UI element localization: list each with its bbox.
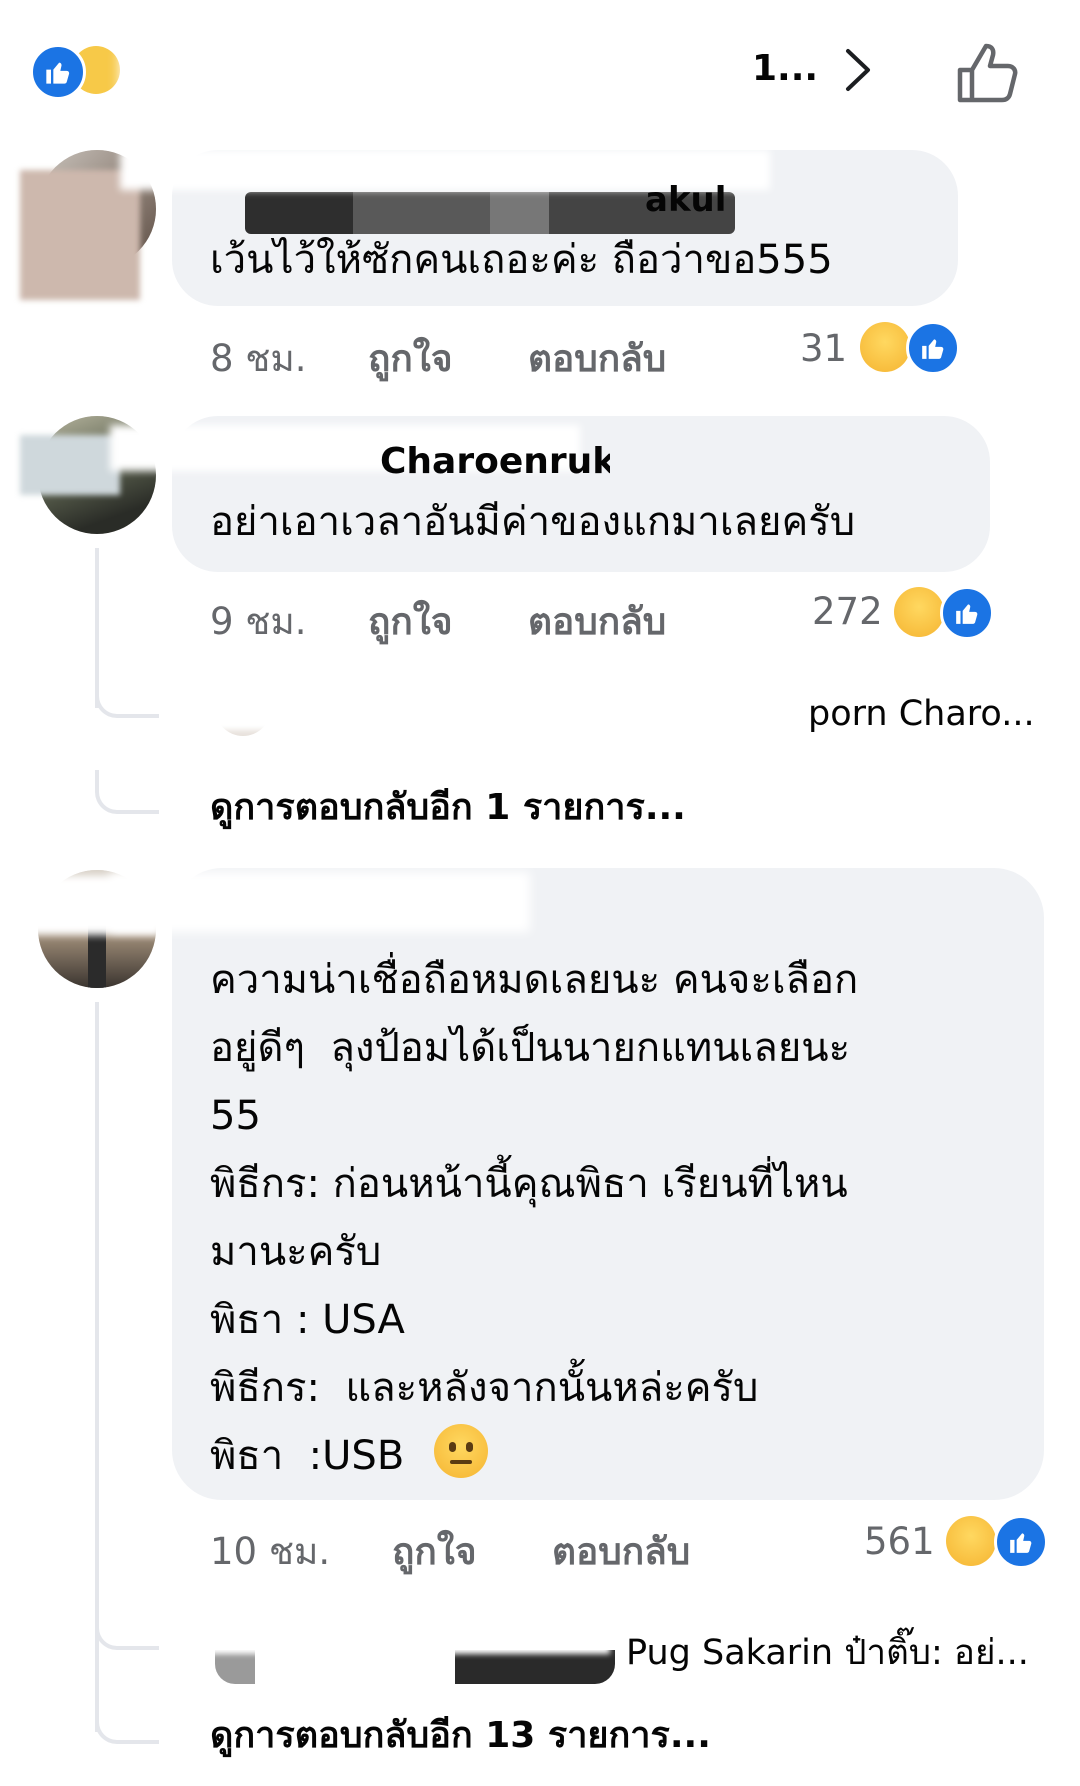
- view-more-replies-link[interactable]: ดูการตอบกลับอีก 1 รายการ...: [210, 778, 686, 835]
- reactions-header[interactable]: 1...: [0, 0, 1080, 150]
- comment-text-line: ความน่าเชื่อถือหมดเลยนะ คนจะเลือก: [210, 957, 859, 1003]
- haha-reaction-icon: [946, 1516, 996, 1566]
- comment-text-line: พิธา : USA: [210, 1297, 405, 1343]
- reaction-count[interactable]: 272: [812, 590, 883, 633]
- comment-text-line: มานะครับ: [210, 1229, 382, 1275]
- reply-name-redacted: [215, 1650, 615, 1684]
- reply-preview-text[interactable]: porn Charo...: [808, 694, 1035, 734]
- reaction-count[interactable]: 561: [864, 1520, 935, 1563]
- comment-time: 9 ชม.: [210, 600, 307, 643]
- neutral-face-emoji-icon: [434, 1424, 488, 1478]
- like-button[interactable]: ถูกใจ: [368, 592, 453, 651]
- comment-text: เว้นไว้ให้ซักคนเถอะค่ะ ถือว่าขอ555: [210, 237, 833, 283]
- haha-reaction-icon: [894, 587, 944, 637]
- thread-connector: [95, 690, 159, 718]
- thumbs-up-outline-icon[interactable]: [952, 38, 1024, 110]
- thread-line: [95, 548, 99, 708]
- reply-preview-text[interactable]: Pug Sakarin ป๋าติ๊บ: อย่...: [626, 1625, 1029, 1680]
- comment-text-line: พิธา :USB: [210, 1433, 405, 1479]
- commenter-name-fragment: akul: [645, 180, 727, 220]
- thread-connector: [95, 1612, 159, 1650]
- like-reaction-icon: [940, 586, 994, 640]
- commenter-name-fragment: Charoenruk: [380, 441, 610, 482]
- reply-button[interactable]: ตอบกลับ: [528, 592, 666, 651]
- thread-connector: [95, 1700, 159, 1744]
- comment-text-line: อยู่ดีๆ ลุงป้อมได้เป็นนายกแทนเลยนะ: [210, 1025, 851, 1071]
- redacted-names: [120, 48, 740, 94]
- comment-text-line: พิธีกร: ก่อนหน้านี้คุณพิธา เรียนที่ไหน: [210, 1161, 848, 1207]
- name-redaction: [110, 872, 530, 932]
- avatar-redaction: [20, 435, 120, 495]
- reply-button[interactable]: ตอบกลับ: [552, 1522, 690, 1581]
- reply-preview-redaction: [190, 670, 810, 730]
- reply-button[interactable]: ตอบกลับ: [528, 329, 666, 388]
- thread-connector: [95, 770, 159, 814]
- comment-text-line: พิธีกร: และหลังจากนั้นหล่ะครับ: [210, 1365, 759, 1411]
- like-reaction-icon: [906, 321, 960, 375]
- like-reaction-icon: [30, 44, 86, 100]
- comment-text: อย่าเอาเวลาอันมีค่าของแกมาเลยครับ: [210, 499, 856, 545]
- like-button[interactable]: ถูกใจ: [392, 1522, 477, 1581]
- comment-time: 8 ชม.: [210, 337, 307, 380]
- like-reaction-icon: [994, 1515, 1048, 1569]
- comment-text-line: 55: [210, 1093, 261, 1139]
- haha-reaction-icon: [860, 322, 910, 372]
- reaction-count[interactable]: 31: [800, 327, 847, 370]
- view-more-replies-link[interactable]: ดูการตอบกลับอีก 13 รายการ...: [210, 1706, 711, 1763]
- comment-time: 10 ชม.: [210, 1530, 331, 1573]
- reactor-names-truncated: 1...: [752, 48, 819, 89]
- reply-preview-redaction: [190, 1618, 610, 1654]
- like-button[interactable]: ถูกใจ: [368, 329, 453, 388]
- chevron-right-icon[interactable]: [838, 45, 878, 95]
